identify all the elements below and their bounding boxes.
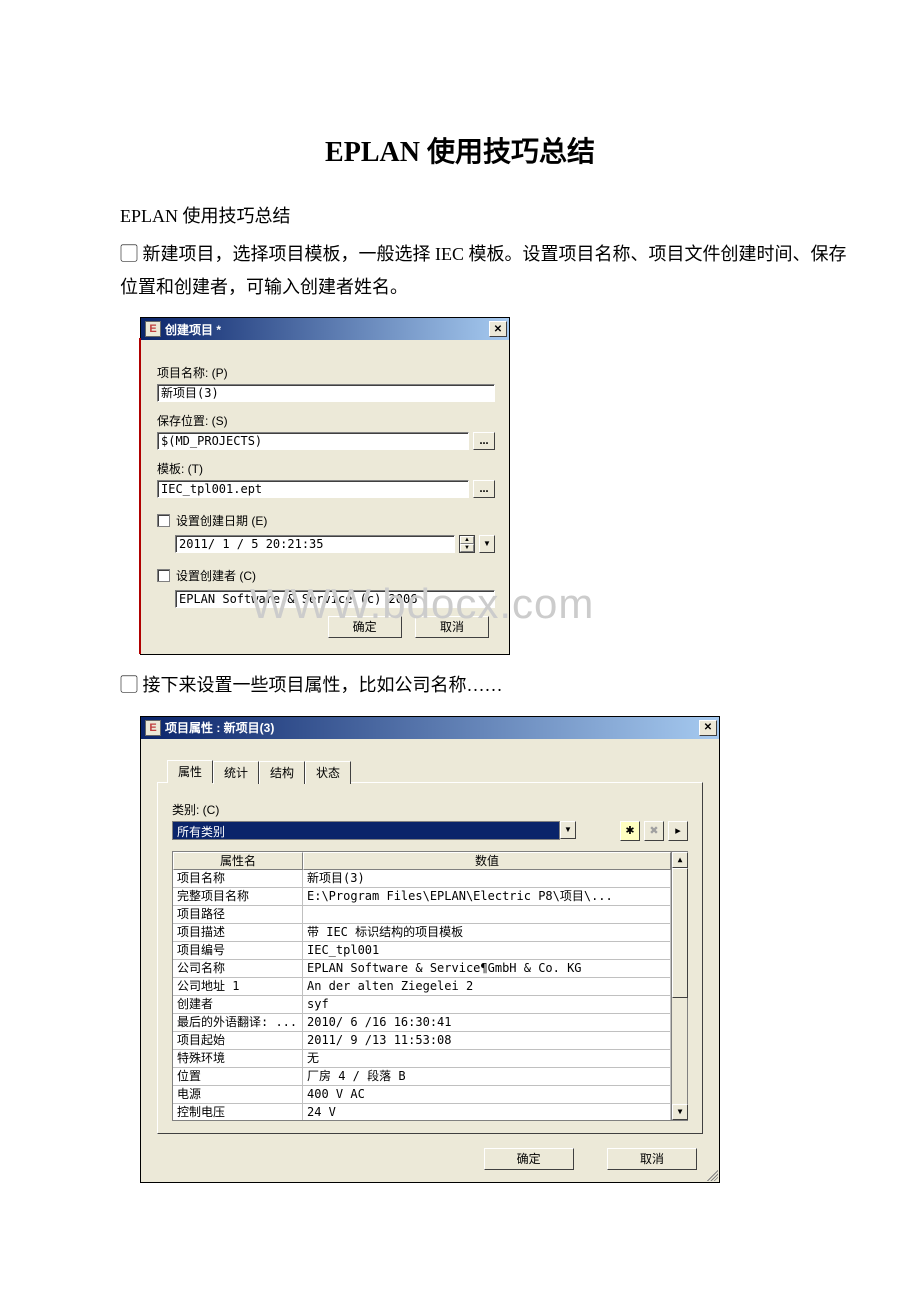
app-icon: E — [145, 720, 161, 736]
tab-statistics[interactable]: 统计 — [213, 761, 259, 784]
table-row[interactable]: 完整项目名称E:\Program Files\EPLAN\Electric P8… — [173, 888, 671, 906]
scroll-up-icon[interactable]: ▲ — [672, 852, 688, 868]
date-dropdown-icon[interactable]: ▼ — [479, 535, 495, 553]
ok-button[interactable]: 确定 — [328, 616, 402, 638]
project-name-field[interactable]: 新项目(3) — [157, 384, 495, 402]
set-creator-label: 设置创建者 (C) — [176, 567, 256, 584]
app-icon: E — [145, 321, 161, 337]
save-path-label: 保存位置: (S) — [157, 412, 495, 429]
property-value[interactable]: 2011/ 9 /13 11:53:08 — [303, 1032, 671, 1050]
close-icon[interactable]: ✕ — [489, 321, 507, 337]
property-name: 最后的外语翻译: ... — [173, 1014, 303, 1032]
delete-item-icon[interactable]: ✖ — [644, 821, 664, 841]
creator-field[interactable]: EPLAN Software & Service (c) 2006 — [175, 590, 495, 608]
property-value[interactable]: 新项目(3) — [303, 870, 671, 888]
property-name: 公司地址 1 — [173, 978, 303, 996]
set-date-label: 设置创建日期 (E) — [176, 512, 267, 529]
doc-subtitle: EPLAN 使用技巧总结 — [120, 200, 860, 232]
table-row[interactable]: 特殊环境无 — [173, 1050, 671, 1068]
property-name: 完整项目名称 — [173, 888, 303, 906]
property-name: 控制电压 — [173, 1104, 303, 1120]
property-name: 位置 — [173, 1068, 303, 1086]
cancel-button[interactable]: 取消 — [607, 1148, 697, 1170]
doc-paragraph-2: ▢ 接下来设置一些项目属性，比如公司名称…… — [120, 669, 860, 701]
template-label: 模板: (T) — [157, 460, 495, 477]
cancel-button[interactable]: 取消 — [415, 616, 489, 638]
close-icon[interactable]: ✕ — [699, 720, 717, 736]
doc-title: EPLAN 使用技巧总结 — [60, 130, 860, 170]
property-name: 项目描述 — [173, 924, 303, 942]
save-path-field[interactable]: $(MD_PROJECTS) — [157, 432, 469, 450]
table-row[interactable]: 公司地址 1An der alten Ziegelei 2 — [173, 978, 671, 996]
col-header-value[interactable]: 数值 — [303, 852, 671, 870]
doc-paragraph-1: ▢ 新建项目，选择项目模板，一般选择 IEC 模板。设置项目名称、项目文件创建时… — [120, 238, 860, 303]
property-value[interactable]: 400 V AC — [303, 1086, 671, 1104]
property-name: 项目路径 — [173, 906, 303, 924]
category-select[interactable]: 所有类别 ▼ — [172, 821, 576, 840]
create-project-dialog: E 创建项目 * ✕ 项目名称: (P) 新项目(3) 保存位置: (S) $(… — [140, 317, 510, 655]
browse-template-button[interactable]: ... — [473, 480, 495, 498]
table-row[interactable]: 项目描述带 IEC 标识结构的项目模板 — [173, 924, 671, 942]
titlebar[interactable]: E 项目属性 : 新项目(3) ✕ — [141, 717, 719, 739]
property-name: 电源 — [173, 1086, 303, 1104]
property-value[interactable]: 带 IEC 标识结构的项目模板 — [303, 924, 671, 942]
property-name: 项目名称 — [173, 870, 303, 888]
property-name: 公司名称 — [173, 960, 303, 978]
table-row[interactable]: 项目编号IEC_tpl001 — [173, 942, 671, 960]
property-value[interactable]: 24 V — [303, 1104, 671, 1120]
project-properties-dialog: E 项目属性 : 新项目(3) ✕ 属性 统计 结构 状态 类别: (C) 所有… — [140, 716, 720, 1183]
property-value[interactable]: syf — [303, 996, 671, 1014]
new-item-icon[interactable]: ✱ — [620, 821, 640, 841]
property-name: 创建者 — [173, 996, 303, 1014]
table-row[interactable]: 电源400 V AC — [173, 1086, 671, 1104]
tab-properties[interactable]: 属性 — [167, 760, 213, 783]
col-header-name[interactable]: 属性名 — [173, 852, 303, 870]
property-name: 项目起始 — [173, 1032, 303, 1050]
ok-button[interactable]: 确定 — [484, 1148, 574, 1170]
tab-status[interactable]: 状态 — [305, 761, 351, 784]
dialog-accent — [139, 338, 141, 654]
property-value[interactable]: 2010/ 6 /16 16:30:41 — [303, 1014, 671, 1032]
set-date-checkbox[interactable] — [157, 514, 170, 527]
tab-bar: 属性 统计 结构 状态 — [167, 759, 705, 782]
table-row[interactable]: 创建者syf — [173, 996, 671, 1014]
titlebar[interactable]: E 创建项目 * ✕ — [141, 318, 509, 340]
property-name: 特殊环境 — [173, 1050, 303, 1068]
resize-grip-icon[interactable] — [704, 1167, 718, 1181]
table-row[interactable]: 控制电压24 V — [173, 1104, 671, 1120]
property-value[interactable] — [303, 906, 671, 924]
category-value: 所有类别 — [172, 821, 560, 840]
template-field[interactable]: IEC_tpl001.ept — [157, 480, 469, 498]
table-row[interactable]: 项目起始2011/ 9 /13 11:53:08 — [173, 1032, 671, 1050]
property-name: 项目编号 — [173, 942, 303, 960]
scrollbar[interactable]: ▲ ▼ — [671, 852, 687, 1120]
property-grid[interactable]: 属性名 数值 项目名称新项目(3)完整项目名称E:\Program Files\… — [172, 851, 688, 1121]
date-spinner[interactable]: ▲▼ — [459, 535, 475, 553]
next-icon[interactable]: ▸ — [668, 821, 688, 841]
chevron-down-icon[interactable]: ▼ — [560, 821, 576, 839]
date-field[interactable]: 2011/ 1 / 5 20:21:35 — [175, 535, 455, 553]
table-row[interactable]: 位置厂房 4 / 段落 B — [173, 1068, 671, 1086]
table-row[interactable]: 公司名称EPLAN Software & Service¶GmbH & Co. … — [173, 960, 671, 978]
scroll-thumb[interactable] — [672, 868, 688, 998]
table-row[interactable]: 项目名称新项目(3) — [173, 870, 671, 888]
tab-panel: 类别: (C) 所有类别 ▼ ✱ ✖ ▸ 属性名 数值 — [157, 782, 703, 1134]
property-value[interactable]: An der alten Ziegelei 2 — [303, 978, 671, 996]
titlebar-text: 项目属性 : 新项目(3) — [165, 719, 699, 736]
set-creator-checkbox[interactable] — [157, 569, 170, 582]
category-label: 类别: (C) — [172, 801, 688, 818]
project-name-label: 项目名称: (P) — [157, 364, 495, 381]
property-value[interactable]: EPLAN Software & Service¶GmbH & Co. KG — [303, 960, 671, 978]
property-value[interactable]: IEC_tpl001 — [303, 942, 671, 960]
table-row[interactable]: 最后的外语翻译: ...2010/ 6 /16 16:30:41 — [173, 1014, 671, 1032]
property-value[interactable]: 无 — [303, 1050, 671, 1068]
tab-structure[interactable]: 结构 — [259, 761, 305, 784]
scroll-down-icon[interactable]: ▼ — [672, 1104, 688, 1120]
titlebar-text: 创建项目 * — [165, 321, 489, 338]
property-value[interactable]: 厂房 4 / 段落 B — [303, 1068, 671, 1086]
property-value[interactable]: E:\Program Files\EPLAN\Electric P8\项目\..… — [303, 888, 671, 906]
browse-save-path-button[interactable]: ... — [473, 432, 495, 450]
table-row[interactable]: 项目路径 — [173, 906, 671, 924]
